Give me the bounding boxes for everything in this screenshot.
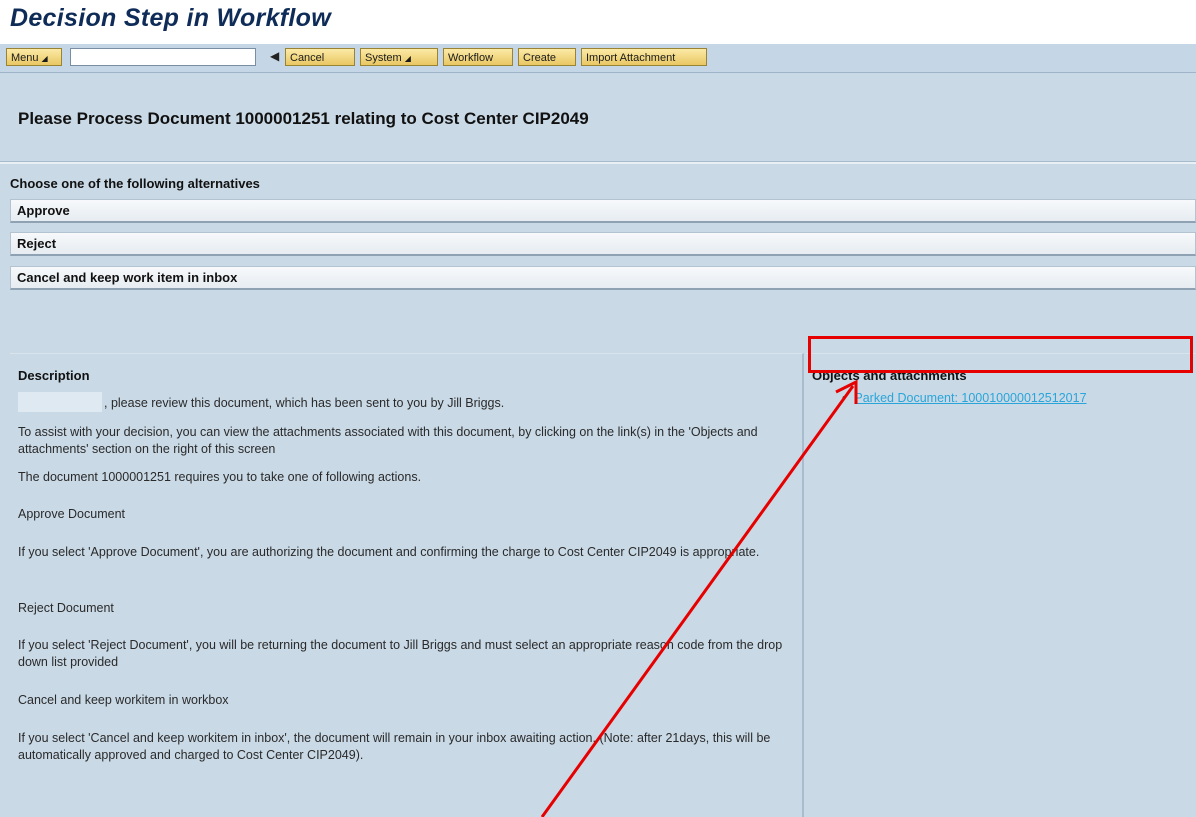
page-heading: Please Process Document 1000001251 relat… [18, 109, 589, 128]
menu-button[interactable]: Menu ◢ [6, 48, 62, 66]
back-arrow-icon[interactable]: ◀ [270, 49, 279, 63]
create-button[interactable]: Create [518, 48, 576, 66]
description-paragraph: Reject Document [18, 601, 114, 615]
description-paragraph: If you select 'Approve Document', you ar… [18, 545, 760, 559]
window-title: Decision Step in Workflow [10, 4, 331, 32]
cancel-keep-option[interactable]: Cancel and keep work item in inbox [10, 266, 1196, 290]
description-title: Description [18, 368, 90, 383]
description-paragraph: The document 1000001251 requires you to … [18, 470, 422, 484]
menu-button-label: Menu [11, 52, 39, 64]
toolbar: Menu ◢ ◀ Cancel System ◢ Workflow Create I… [0, 44, 1196, 73]
alternatives-label: Choose one of the following alternatives [10, 176, 260, 191]
redacted-name [18, 392, 102, 412]
title-bar: Decision Step in Workflow [0, 0, 1196, 44]
system-menu-button[interactable]: System ◢ [360, 48, 438, 66]
description-panel: Description , please review this documen… [10, 353, 804, 817]
dropdown-caret-icon: ◢ [41, 54, 48, 63]
description-paragraph: Cancel and keep workitem in workbox [18, 693, 229, 707]
system-menu-label: System [365, 52, 402, 64]
command-field[interactable] [70, 48, 256, 66]
reject-option[interactable]: Reject [10, 232, 1196, 256]
bullet-icon: • [842, 391, 847, 405]
sap-workflow-screen: Decision Step in Workflow Menu ◢ ◀ Cancel… [0, 0, 1196, 817]
divider [0, 161, 1196, 164]
description-paragraph: If you select 'Cancel and keep workitem … [18, 731, 771, 762]
dropdown-caret-icon: ◢ [404, 54, 411, 63]
greeting-line: , please review this document, which has… [18, 392, 798, 412]
description-paragraph: Approve Document [18, 507, 126, 521]
main-content: Please Process Document 1000001251 relat… [0, 73, 1196, 817]
approve-option[interactable]: Approve [10, 199, 1196, 223]
description-paragraph: To assist with your decision, you can vi… [18, 425, 758, 456]
objects-panel: Objects and attachments • Parked Document… [806, 353, 1196, 817]
greeting-text: , please review this document, which has… [104, 396, 505, 410]
annotation-highlight-box [808, 336, 1193, 373]
workflow-button[interactable]: Workflow [443, 48, 513, 66]
attachment-link[interactable]: • Parked Document: 100010000012512017 [842, 391, 1087, 405]
attachment-link-label: Parked Document: 100010000012512017 [854, 391, 1087, 405]
cancel-button[interactable]: Cancel [285, 48, 355, 66]
import-attachment-button[interactable]: Import Attachment [581, 48, 707, 66]
description-paragraph: If you select 'Reject Document', you wil… [18, 638, 783, 669]
